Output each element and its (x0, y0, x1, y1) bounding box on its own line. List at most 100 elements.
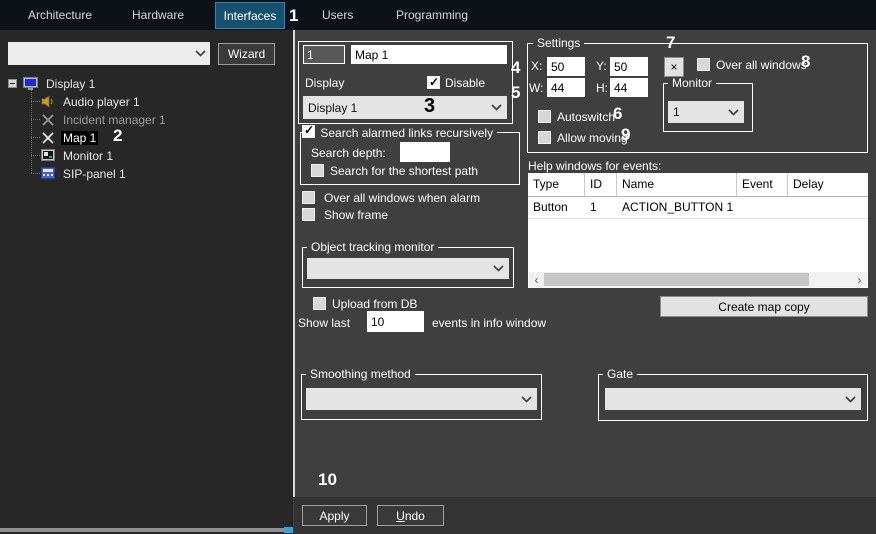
tree-guide-stub (31, 119, 40, 120)
tab-users[interactable]: Users (322, 0, 353, 30)
chevron-down-icon (845, 396, 856, 403)
column-header-name[interactable]: Name (617, 173, 737, 197)
tree-item-map[interactable]: Map 1 (40, 129, 98, 146)
display-label: Display (305, 76, 344, 90)
callout-3: 3 (424, 95, 435, 118)
over-windows-alarm-checkbox[interactable] (302, 191, 315, 204)
map-name-field[interactable] (351, 45, 507, 64)
x-field[interactable] (547, 57, 585, 76)
help-windows-table: Type ID Name Event Delay Button 1 ACTION… (528, 173, 868, 288)
autoswitch-checkbox[interactable] (538, 110, 551, 123)
h-field[interactable] (610, 78, 648, 97)
column-header-event[interactable]: Event (737, 173, 788, 197)
table-header-row: Type ID Name Event Delay (528, 173, 868, 197)
events-info-label: events in info window (432, 316, 546, 330)
x-icon (40, 114, 56, 126)
allow-moving-checkbox[interactable] (538, 131, 551, 144)
column-header-delay[interactable]: Delay (788, 173, 868, 197)
callout-4: 4 (511, 58, 520, 78)
tree-item-sip-panel[interactable]: SIP-panel 1 (40, 165, 128, 182)
chevron-down-icon (195, 50, 206, 57)
chevron-down-icon (493, 265, 504, 272)
display-icon (23, 77, 39, 90)
show-frame-checkbox[interactable] (302, 208, 315, 221)
y-field[interactable] (610, 57, 648, 76)
tab-architecture[interactable]: Architecture (28, 0, 92, 30)
callout-7: 7 (666, 33, 675, 53)
tree-guide-stub (31, 173, 40, 174)
allow-moving-label: Allow moving (557, 131, 628, 145)
monitor-icon (40, 149, 56, 162)
tree-item-display[interactable]: Display 1 (8, 75, 97, 92)
show-frame-label: Show frame (324, 208, 388, 222)
column-header-id[interactable]: ID (585, 173, 617, 197)
object-tracking-title: Object tracking monitor (307, 241, 438, 254)
tab-bar: Architecture Hardware Interfaces Users P… (0, 0, 876, 30)
callout-8: 8 (801, 52, 810, 72)
table-horizontal-scrollbar[interactable]: ‹ › (529, 272, 867, 287)
callout-6: 6 (613, 104, 622, 124)
undo-button[interactable]: Undo (377, 505, 444, 526)
smoothing-select[interactable] (306, 388, 537, 410)
close-map-button[interactable]: × (664, 57, 684, 77)
settings-title: Settings (533, 37, 584, 50)
callout-1: 1 (289, 6, 298, 26)
panel-splitter[interactable] (293, 30, 295, 497)
search-depth-field[interactable] (400, 142, 450, 162)
table-row[interactable]: Button 1 ACTION_BUTTON 1 (528, 197, 868, 219)
w-field[interactable] (547, 78, 585, 97)
tree-item-audio-player[interactable]: Audio player 1 (40, 93, 142, 110)
tab-programming[interactable]: Programming (396, 0, 468, 30)
chevron-down-icon (728, 109, 739, 116)
chevron-down-icon (491, 104, 502, 111)
help-windows-title: Help windows for events: (528, 159, 661, 173)
autoswitch-label: Autoswitch (557, 110, 615, 124)
search-group-title: Search alarmed links recursively (302, 125, 497, 141)
h-label: H: (596, 81, 608, 95)
tree-item-incident-manager[interactable]: Incident manager 1 (40, 111, 168, 128)
monitor-select[interactable]: 1 (668, 101, 744, 123)
w-label: W: (529, 81, 543, 95)
shortest-path-label: Search for the shortest path (330, 164, 478, 178)
apply-button[interactable]: Apply (302, 505, 367, 526)
search-depth-label: Search depth: (311, 146, 386, 160)
scroll-right-icon[interactable]: › (852, 272, 867, 287)
create-map-copy-button[interactable]: Create map copy (660, 296, 868, 317)
show-last-label: Show last (298, 316, 350, 330)
show-last-field[interactable] (367, 311, 424, 332)
speaker-icon (40, 95, 56, 108)
disable-checkbox[interactable] (427, 76, 440, 89)
gate-select[interactable] (605, 388, 861, 410)
y-label: Y: (596, 59, 607, 73)
tree-scrollbar-thumb[interactable] (284, 527, 293, 533)
column-header-type[interactable]: Type (528, 173, 585, 197)
map-id-field[interactable] (303, 45, 345, 64)
tree-guide-stub (31, 137, 40, 138)
over-all-windows-label: Over all windows (716, 58, 807, 72)
callout-2: 2 (113, 126, 122, 146)
object-filter-combobox[interactable] (8, 42, 210, 65)
scroll-left-icon[interactable]: ‹ (529, 272, 544, 287)
tree-guide-stub (31, 155, 40, 156)
callout-10: 10 (318, 470, 337, 490)
tab-hardware[interactable]: Hardware (132, 0, 184, 30)
collapse-expander-icon[interactable] (8, 79, 17, 88)
object-tracking-select[interactable] (307, 258, 509, 279)
shortest-path-checkbox[interactable] (311, 164, 324, 177)
tree-item-monitor[interactable]: Monitor 1 (40, 147, 115, 164)
monitor-title: Monitor (668, 77, 716, 90)
over-all-windows-checkbox[interactable] (697, 58, 710, 71)
callout-5: 5 (511, 83, 520, 103)
over-windows-alarm-label: Over all windows when alarm (324, 191, 480, 205)
search-recursively-checkbox[interactable] (302, 125, 315, 138)
upload-db-checkbox[interactable] (313, 297, 326, 310)
callout-9: 9 (621, 125, 630, 145)
gate-title: Gate (603, 368, 637, 381)
table-scrollbar-thumb[interactable] (544, 273, 809, 286)
tree-horizontal-scrollbar[interactable] (0, 528, 284, 532)
wizard-button[interactable]: Wizard (218, 43, 275, 65)
chevron-down-icon (521, 396, 532, 403)
upload-db-label: Upload from DB (332, 297, 417, 311)
display-select[interactable]: Display 1 (303, 96, 507, 119)
tab-interfaces[interactable]: Interfaces (215, 2, 285, 29)
